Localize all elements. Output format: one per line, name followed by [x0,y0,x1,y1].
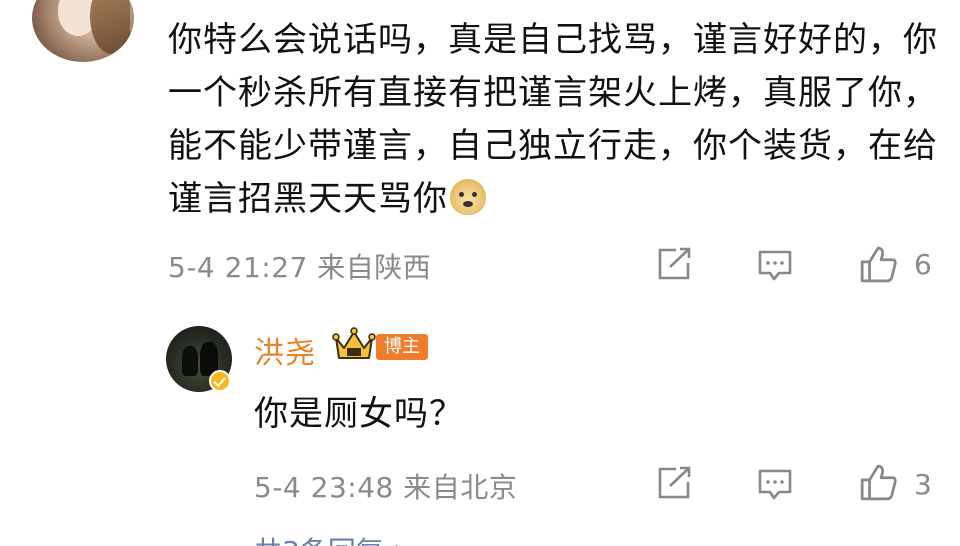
comment-location: 来自陕西 [317,251,432,284]
verified-icon [209,370,231,392]
like-icon[interactable] [858,245,898,283]
comment-text: 你特么会说话吗，真是自己找骂，谨言好好的，你一个秒杀所有直接有把谨言架火上烤，真… [168,20,938,219]
reply-text: 你是厕女吗？ [254,394,464,434]
crown-icon [332,327,376,359]
comment-meta: 5-4 21:27 来自陕西 [168,246,431,286]
reply-location: 来自北京 [403,471,518,504]
reply-timestamp: 5-4 23:48 [254,471,394,504]
reply-meta: 5-4 23:48 来自北京 [254,466,517,506]
share-icon[interactable] [656,466,692,500]
comment-icon[interactable] [757,249,793,283]
avatar-figure [182,346,198,376]
blogger-badge: 博主 [376,334,428,360]
commenter-avatar[interactable] [32,0,134,62]
like-count: 3 [914,468,932,501]
like-count: 6 [914,248,932,281]
comment-icon[interactable] [757,468,793,502]
more-replies-link[interactable]: 共3条回复 > [254,530,416,546]
comment-timestamp: 5-4 21:27 [168,251,308,284]
comment-body: 你特么会说话吗，真是自己找骂，谨言好好的，你一个秒杀所有直接有把谨言架火上烤，真… [168,14,948,226]
share-icon[interactable] [656,247,692,281]
like-icon[interactable] [858,463,898,501]
reply-author-name[interactable]: 洪尧 [254,328,316,372]
avatar-hair [90,0,130,54]
doge-emoji-icon [450,179,486,215]
